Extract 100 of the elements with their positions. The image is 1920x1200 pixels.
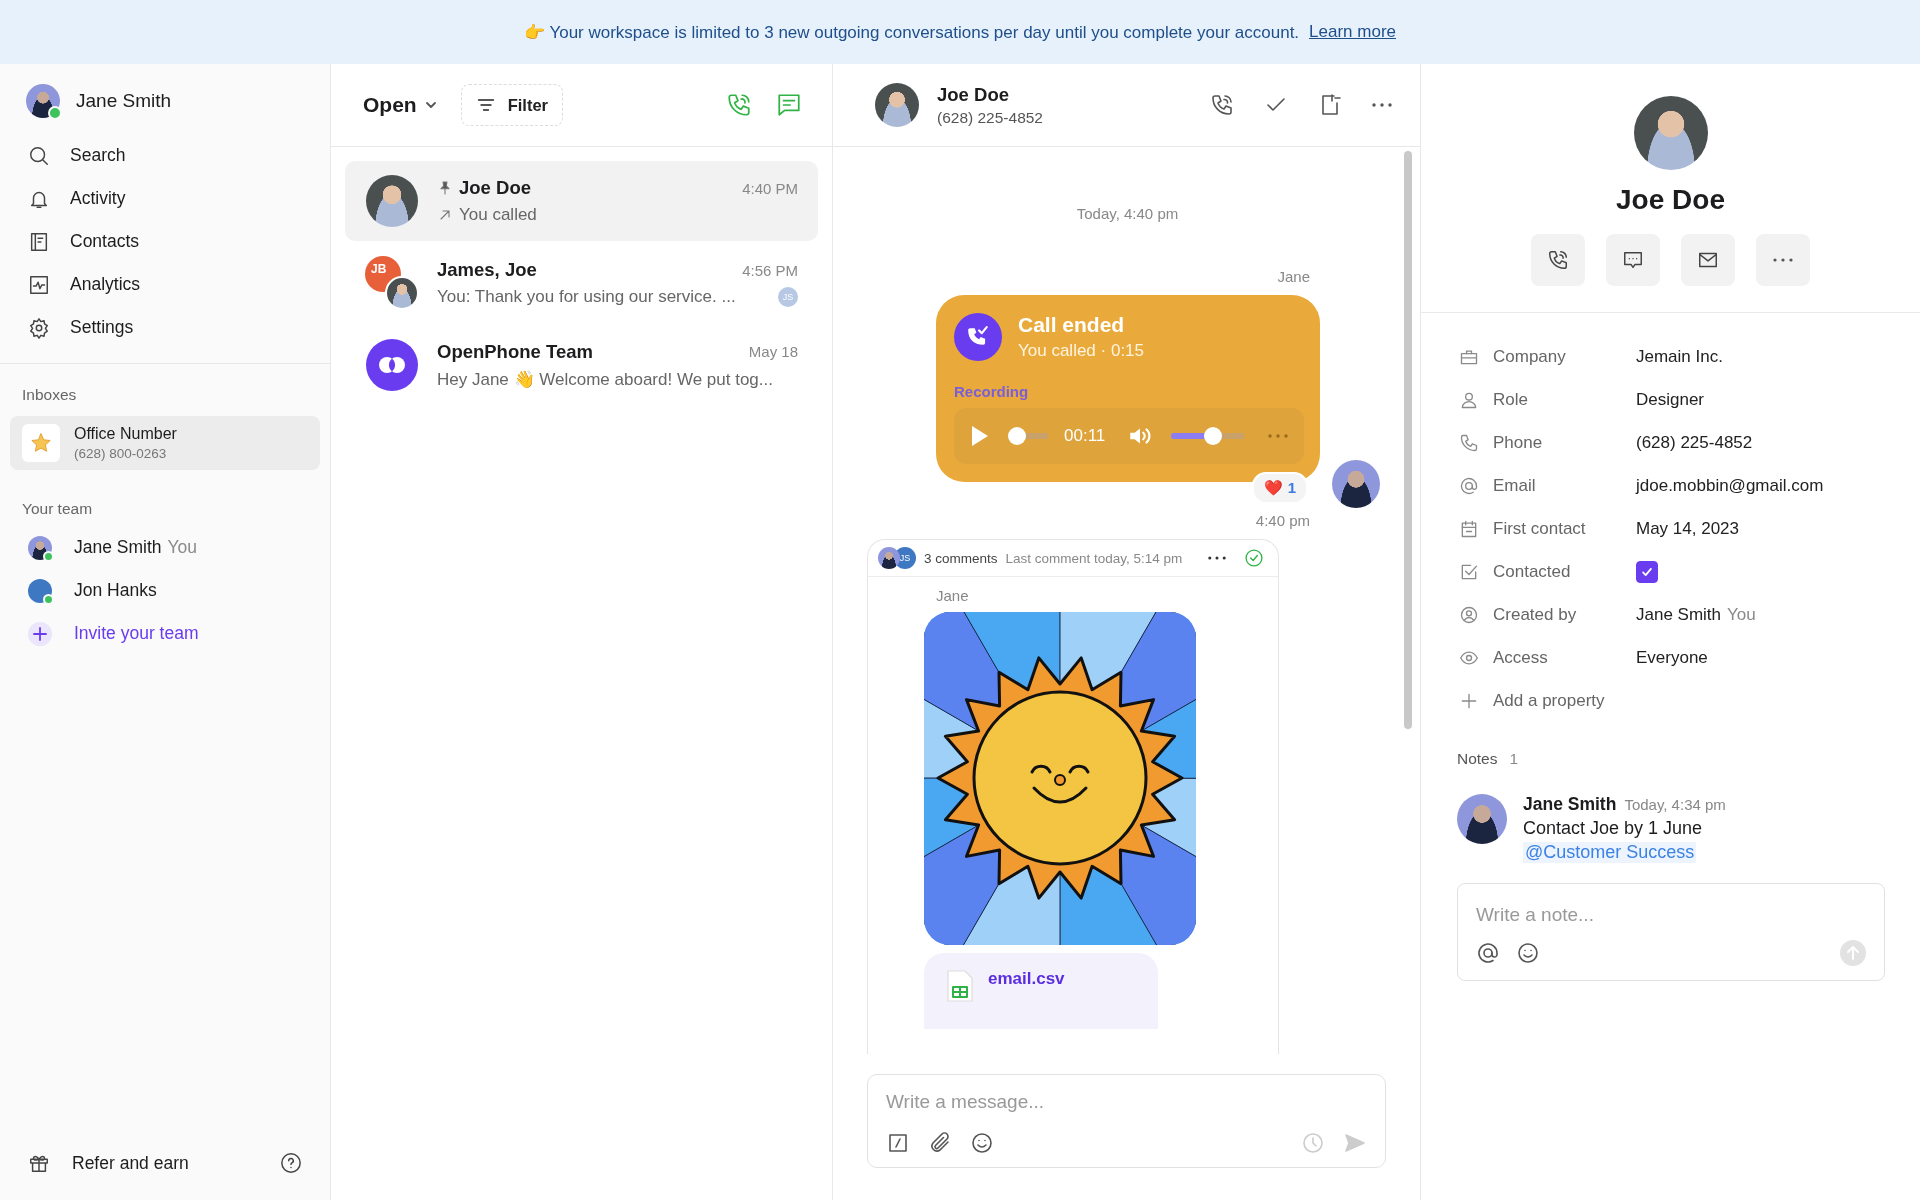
recording-label: Recording [954, 383, 1030, 400]
seen-by-avatar: JS [778, 287, 798, 307]
banner-message: 👉 Your workspace is limited to 3 new outgoing conversations per day until you complete your account. [524, 21, 1300, 43]
seek-thumb[interactable] [1008, 427, 1026, 445]
sender-name: Jane [1276, 268, 1310, 285]
property-label: First contact [1493, 518, 1587, 539]
conversation-time: 4:40 PM [742, 179, 798, 197]
nav-item[interactable]: Contacts [20, 220, 310, 263]
property-label: Company [1493, 346, 1567, 367]
filter-button[interactable]: Filter [460, 84, 563, 126]
call-button[interactable] [1531, 234, 1585, 286]
checkbox[interactable] [1636, 560, 1658, 583]
property-label: Phone [1493, 432, 1544, 453]
commenter-avatar [878, 547, 900, 569]
call-subtitle: You called · 0:15 [1018, 341, 1145, 361]
message-time: 4:40 pm [1254, 512, 1310, 529]
logo-icon [366, 339, 418, 391]
property-value[interactable]: Designer [1636, 389, 1705, 410]
contact-name: Joe Doe [1616, 184, 1725, 216]
inbox-item[interactable]: Office Number (628) 800-0263 [10, 416, 320, 470]
message-input[interactable]: Write a message... [886, 1091, 1367, 1113]
conversation-item[interactable]: JB James, Joe 4:56 PM You: Thank you for using our service. ... JS [345, 243, 818, 323]
emoji-icon[interactable] [970, 1131, 994, 1155]
conversation-item[interactable]: OpenPhone Team May 18 Hey Jane 👋 Welcome aboard! We put tog... [345, 325, 818, 405]
mention-icon[interactable] [1476, 941, 1500, 965]
pulse-chart-icon [28, 273, 50, 296]
status-dropdown[interactable]: Open [363, 93, 437, 117]
notes-heading: Notes [1457, 750, 1498, 768]
conversation-preview: You: Thank you for using our service. ... [437, 287, 736, 307]
last-comment-time: Last comment today, 5:14 pm [1005, 550, 1184, 566]
nav-item[interactable]: Analytics [20, 263, 310, 306]
playback-time: 00:11 [1064, 426, 1106, 446]
reaction-badge[interactable]: ❤ 1 [1252, 472, 1308, 504]
team-member-name[interactable]: Jane Smith You [74, 537, 198, 558]
property-label: Email [1493, 475, 1537, 496]
property-value[interactable]: Jane Smith You [1636, 604, 1756, 625]
mention-tag[interactable]: @Customer Success [1523, 842, 1697, 863]
note-time: Today, 4:34 pm [1624, 796, 1726, 813]
property-label: Access [1493, 647, 1549, 668]
property-value[interactable]: Everyone [1636, 647, 1708, 668]
learn-more-link[interactable]: Learn more [1309, 22, 1396, 42]
more-icon[interactable] [1208, 556, 1226, 560]
paperclip-icon[interactable] [928, 1131, 952, 1155]
help-icon[interactable] [280, 1152, 302, 1174]
more-icon [1773, 258, 1793, 262]
calendar-icon [1459, 518, 1479, 539]
contact-avatar [875, 83, 919, 127]
user-circle-icon [1459, 604, 1479, 625]
note-author: Jane Smith [1523, 794, 1617, 815]
nav-item[interactable]: Settings [20, 306, 310, 349]
caret-icon [424, 101, 437, 109]
property-value[interactable]: jdoe.mobbin@gmail.com [1636, 475, 1824, 496]
phone-icon [1459, 432, 1479, 453]
sender-avatar [1332, 460, 1380, 508]
star-icon [30, 432, 52, 454]
nav-item[interactable]: Search [20, 134, 310, 177]
resolved-check-icon[interactable] [1244, 548, 1264, 568]
conversation-preview: Hey Jane 👋 Welcome aboard! We put tog... [437, 368, 773, 390]
note-input[interactable]: Write a note... [1476, 904, 1866, 926]
property-value[interactable]: (628) 225-4852 [1636, 432, 1753, 453]
call-title: Call ended [1018, 313, 1126, 337]
phone-check-icon [954, 313, 1002, 361]
conversation-time: May 18 [748, 343, 798, 360]
scrollbar[interactable] [1404, 151, 1412, 729]
spreadsheet-file-icon [946, 969, 974, 1003]
section-heading: Your team [22, 500, 94, 518]
refer-and-earn-link[interactable]: Refer and earn [72, 1152, 258, 1174]
contact-avatar [366, 175, 418, 227]
volume-thumb[interactable] [1204, 427, 1223, 445]
property-value[interactable]: Jemain Inc. [1636, 346, 1723, 367]
comment-count[interactable]: 3 comments [924, 550, 998, 566]
conversation-name: OpenPhone Team [437, 340, 593, 363]
date-separator: Today, 4:40 pm [1075, 205, 1180, 222]
at-sign-icon [1459, 475, 1479, 496]
nav-item[interactable]: Activity [20, 177, 310, 220]
message-icon[interactable] [776, 92, 802, 118]
add-property-button[interactable]: Add a property [1493, 690, 1636, 711]
team-member-name[interactable]: Jon Hanks [74, 580, 157, 601]
property-value[interactable]: May 14, 2023 [1636, 518, 1739, 539]
phone-icon[interactable] [1210, 93, 1234, 117]
invite-team-link[interactable]: Invite your team [74, 623, 199, 644]
email-button[interactable] [1681, 234, 1735, 286]
user-name[interactable]: Jane Smith [76, 90, 172, 112]
conversation-name: Joe Doe [459, 177, 531, 199]
search-icon [28, 144, 50, 167]
emoji-icon[interactable] [1516, 941, 1540, 965]
conversation-item[interactable]: Joe Doe 4:40 PM You called [345, 161, 818, 241]
phone-icon [1547, 249, 1569, 271]
file-attachment[interactable]: email.csv [924, 953, 1158, 1029]
address-book-icon [28, 230, 50, 253]
conversation-preview: You called [459, 205, 537, 225]
contact-phone: (628) 225-4852 [937, 108, 1043, 127]
slash-command-icon[interactable] [886, 1131, 910, 1155]
message-button[interactable] [1606, 234, 1660, 286]
property-label: Created by [1493, 604, 1578, 625]
more-icon[interactable] [1372, 103, 1392, 107]
property-label: Contacted [1493, 561, 1572, 582]
contact-name: Joe Doe [937, 83, 1010, 106]
chat-bubble-icon [1622, 249, 1644, 271]
section-heading: Inboxes [22, 386, 78, 404]
